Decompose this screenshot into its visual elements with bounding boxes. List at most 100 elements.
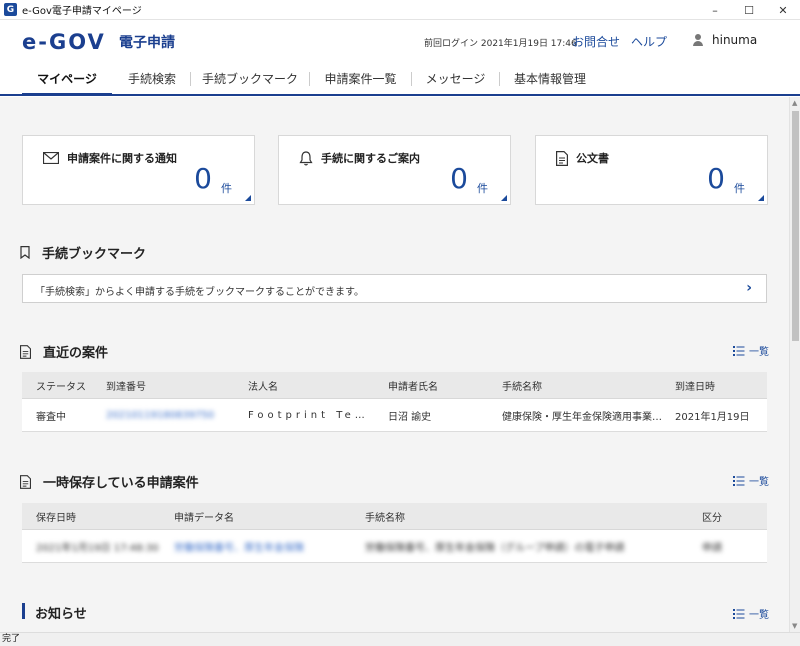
scroll-up-icon[interactable]: ▲ bbox=[792, 99, 797, 107]
card-title-text: 手続に関するご案内 bbox=[321, 152, 420, 165]
list-icon bbox=[733, 608, 745, 619]
scroll-down-icon[interactable]: ▼ bbox=[792, 622, 797, 630]
table-row[interactable]: 2021年1月19日 17:48:30 労働保険番号、厚生年金保険 労働保険番号… bbox=[22, 530, 767, 563]
guidance-card[interactable]: 手続に関するご案内 0 件 bbox=[278, 135, 511, 205]
corner-triangle-icon bbox=[758, 195, 764, 201]
logo-subtitle: 電子申請 bbox=[119, 35, 175, 51]
notices-heading: お知らせ bbox=[35, 603, 87, 622]
bookmark-heading: 手続ブックマーク bbox=[20, 243, 146, 262]
saved-date-cell: 2021年1月19日 17:48:30 bbox=[36, 542, 159, 554]
app-header: e-GOV 電子申請 前回ログイン 2021年1月19日 17:46 お問合せ … bbox=[0, 20, 800, 62]
saved-heading-text: 一時保存している申請案件 bbox=[43, 476, 199, 491]
list-link-text: 一覧 bbox=[749, 477, 769, 488]
status-cell: 審査中 bbox=[36, 411, 66, 423]
user-menu[interactable]: hinuma bbox=[692, 33, 757, 47]
application-data-link[interactable]: 労働保険番号、厚生年金保険 bbox=[174, 530, 354, 562]
contact-link[interactable]: お問合せ bbox=[572, 33, 620, 50]
column-header: 手続名称 bbox=[365, 512, 405, 524]
status-bar: 完了 bbox=[0, 632, 800, 646]
chevron-right-icon: › bbox=[746, 280, 752, 296]
vertical-scrollbar[interactable]: ▲ ▼ bbox=[789, 97, 800, 632]
card-unit: 件 bbox=[477, 182, 488, 195]
tab-mypage[interactable]: マイページ bbox=[22, 62, 112, 96]
category-cell: 申請 bbox=[702, 542, 722, 554]
procedure-name-cell: 健康保険・厚生年金保険適用事業… bbox=[502, 411, 662, 423]
main-content: 申請案件に関する通知 0 件 手続に関するご案内 0 件 公文書 0 件 手続ブ… bbox=[0, 97, 789, 632]
recent-heading-text: 直近の案件 bbox=[43, 346, 109, 361]
tab-procedure-bookmark[interactable]: 手続ブックマーク bbox=[191, 62, 309, 94]
corner-triangle-icon bbox=[245, 195, 251, 201]
column-header: 手続名称 bbox=[502, 381, 542, 393]
list-link-text: 一覧 bbox=[749, 347, 769, 358]
egov-logo[interactable]: e-GOV bbox=[22, 30, 106, 54]
document-icon bbox=[20, 474, 31, 489]
maximize-button[interactable]: ☐ bbox=[732, 0, 766, 20]
bookmark-heading-text: 手続ブックマーク bbox=[42, 247, 147, 262]
close-button[interactable]: ✕ bbox=[766, 0, 800, 20]
table-header: ステータス 到達番号 法人名 申請者氏名 手続名称 到達日時 bbox=[22, 372, 767, 399]
help-link[interactable]: ヘルプ bbox=[631, 33, 667, 50]
window-titlebar: G e-Gov電子申請マイページ – ☐ ✕ bbox=[0, 0, 800, 20]
mail-icon bbox=[43, 152, 59, 164]
card-title: 公文書 bbox=[556, 150, 609, 166]
list-link-text: 一覧 bbox=[749, 610, 769, 621]
arrival-date-cell: 2021年1月19日 bbox=[675, 411, 750, 423]
bookmark-guide-banner[interactable]: 「手続検索」からよく申請する手続をブックマークすることができます。 › bbox=[22, 274, 767, 303]
scrollbar-thumb[interactable] bbox=[792, 111, 799, 341]
user-icon bbox=[692, 34, 704, 46]
window-title: e-Gov電子申請マイページ bbox=[22, 6, 142, 17]
bookmark-icon bbox=[20, 246, 30, 259]
document-icon bbox=[556, 150, 568, 166]
card-unit: 件 bbox=[221, 182, 232, 195]
card-count: 0 bbox=[707, 162, 725, 195]
applicant-name-cell: 日沼 諭史 bbox=[388, 411, 432, 423]
list-icon bbox=[733, 345, 745, 356]
card-unit: 件 bbox=[734, 182, 745, 195]
bookmark-message: 「手続検索」からよく申請する手続をブックマークすることができます。 bbox=[35, 287, 364, 298]
card-title-text: 申請案件に関する通知 bbox=[67, 152, 177, 165]
column-header: 法人名 bbox=[248, 381, 278, 393]
corner-triangle-icon bbox=[501, 195, 507, 201]
window-controls: – ☐ ✕ bbox=[698, 0, 800, 20]
minimize-button[interactable]: – bbox=[698, 0, 732, 20]
notification-card[interactable]: 申請案件に関する通知 0 件 bbox=[22, 135, 255, 205]
arrival-number-link[interactable]: 20210119180839750 bbox=[106, 399, 236, 431]
tab-application-list[interactable]: 申請案件一覧 bbox=[310, 62, 411, 94]
column-header: 申請データ名 bbox=[174, 512, 234, 524]
recent-heading: 直近の案件 bbox=[20, 342, 108, 361]
notices-list-link[interactable]: 一覧 bbox=[733, 606, 769, 621]
saved-table: 保存日時 申請データ名 手続名称 区分 2021年1月19日 17:48:30 … bbox=[22, 503, 767, 563]
saved-heading: 一時保存している申請案件 bbox=[20, 472, 199, 491]
column-header: 到達番号 bbox=[106, 381, 146, 393]
official-document-card[interactable]: 公文書 0 件 bbox=[535, 135, 768, 205]
card-count: 0 bbox=[450, 162, 468, 195]
app-icon: G bbox=[4, 3, 17, 16]
card-title: 申請案件に関する通知 bbox=[43, 150, 177, 166]
list-icon bbox=[733, 475, 745, 486]
column-header: 区分 bbox=[702, 512, 722, 524]
tab-basic-info[interactable]: 基本情報管理 bbox=[500, 62, 600, 94]
tab-procedure-search[interactable]: 手続検索 bbox=[114, 62, 190, 94]
card-title: 手続に関するご案内 bbox=[299, 150, 420, 166]
last-login: 前回ログイン 2021年1月19日 17:46 bbox=[424, 39, 577, 49]
column-header: 保存日時 bbox=[36, 512, 76, 524]
document-icon bbox=[20, 344, 31, 359]
column-header: ステータス bbox=[36, 381, 86, 393]
saved-list-link[interactable]: 一覧 bbox=[733, 473, 769, 488]
notices-accent-bar bbox=[22, 603, 25, 619]
procedure-name-cell: 労働保険番号、厚生年金保険（グループ申請）の電子申請 bbox=[365, 542, 625, 554]
recent-table: ステータス 到達番号 法人名 申請者氏名 手続名称 到達日時 審査中 20210… bbox=[22, 372, 767, 432]
recent-list-link[interactable]: 一覧 bbox=[733, 343, 769, 358]
table-header: 保存日時 申請データ名 手続名称 区分 bbox=[22, 503, 767, 530]
card-title-text: 公文書 bbox=[576, 152, 609, 165]
main-nav: マイページ 手続検索 手続ブックマーク 申請案件一覧 メッセージ 基本情報管理 bbox=[0, 62, 800, 96]
notices-heading-text: お知らせ bbox=[35, 607, 87, 622]
column-header: 申請者氏名 bbox=[388, 381, 438, 393]
company-name-cell: Footprint Te… bbox=[248, 409, 369, 421]
table-row[interactable]: 審査中 20210119180839750 Footprint Te… 日沼 諭… bbox=[22, 399, 767, 432]
column-header: 到達日時 bbox=[675, 381, 715, 393]
user-name: hinuma bbox=[712, 33, 758, 47]
card-count: 0 bbox=[194, 162, 212, 195]
tab-messages[interactable]: メッセージ bbox=[412, 62, 499, 94]
bell-icon bbox=[299, 150, 313, 165]
